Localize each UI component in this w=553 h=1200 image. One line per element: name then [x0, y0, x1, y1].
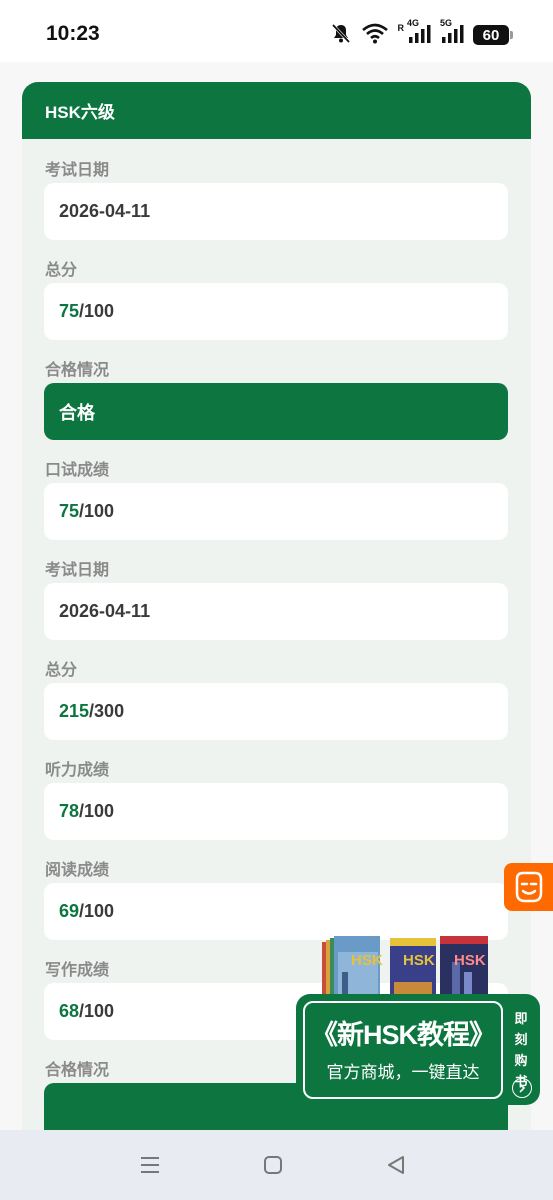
- bell-muted-icon: [330, 22, 352, 49]
- battery-icon: 60: [473, 25, 513, 45]
- score-value: 75: [59, 301, 80, 321]
- score-total: /100: [79, 801, 115, 821]
- total-score-field: 215/300: [44, 683, 508, 740]
- roaming-label: R: [397, 23, 405, 33]
- card-title: HSK六级: [22, 82, 531, 139]
- network-4g-label: 4G: [407, 17, 420, 28]
- chevron-right-icon[interactable]: [512, 1078, 532, 1098]
- oral-score-field: 75/100: [44, 483, 508, 540]
- promo-subtitle: 官方商城，一键直达: [326, 1063, 480, 1082]
- book-logo-2: HSK: [403, 952, 435, 969]
- exam-date-field: 2026-04-11: [44, 183, 508, 240]
- score-value: 78: [59, 801, 80, 821]
- listening-score-field: 78/100: [44, 783, 508, 840]
- promo-title: 《新HSK教程》: [310, 1020, 496, 1050]
- total-score-label: 总分: [45, 662, 78, 679]
- total-score-field: 75/100: [44, 283, 508, 340]
- listening-score-label: 听力成绩: [45, 762, 110, 779]
- oral-score-label: 口试成绩: [45, 462, 110, 479]
- pass-status-label: 合格情况: [45, 1062, 110, 1079]
- pass-status-label: 合格情况: [45, 362, 110, 379]
- score-total: /100: [79, 301, 115, 321]
- score-value: 69: [59, 901, 80, 921]
- signal-icon-2: 5G: [440, 18, 464, 49]
- promo-side-char: 即: [514, 1011, 528, 1026]
- exam-date-field: 2026-04-11: [44, 583, 508, 640]
- promo-side-char: 购: [514, 1053, 528, 1068]
- exam-date-label: 考试日期: [45, 162, 110, 179]
- total-score-label: 总分: [45, 262, 78, 279]
- score-total: /300: [89, 701, 125, 721]
- book-logo-3: HSK: [454, 952, 486, 969]
- menu-icon[interactable]: [137, 1152, 163, 1178]
- signal-icon-1: 4G: [407, 18, 431, 49]
- pass-status-field: 合格: [44, 383, 508, 440]
- system-nav-bar: [0, 1130, 553, 1200]
- promo-text-box: 《新HSK教程》 官方商城，一键直达: [303, 1001, 503, 1099]
- score-total: /100: [79, 901, 115, 921]
- assistant-float-button[interactable]: [504, 863, 553, 911]
- score-value: 75: [59, 501, 80, 521]
- score-total: /100: [79, 501, 115, 521]
- status-time: 10:23: [46, 22, 100, 45]
- book-promo-widget[interactable]: HSK HSK HSK 《新HSK教程》 官方商城，一键直达 即 刻 购 书: [296, 930, 540, 1105]
- promo-side-char: 刻: [514, 1032, 528, 1047]
- score-total: /100: [79, 1001, 115, 1021]
- back-icon[interactable]: [383, 1152, 409, 1178]
- wifi-icon: [361, 22, 389, 49]
- face-icon: [515, 871, 542, 903]
- network-5g-label: 5G: [440, 17, 453, 28]
- book-logo-1: HSK: [351, 952, 383, 969]
- reading-score-label: 阅读成绩: [45, 862, 110, 879]
- writing-score-label: 写作成绩: [45, 962, 110, 979]
- status-icons: R 4G 5G 60: [330, 18, 513, 49]
- status-bar: 10:23 R 4G 5G 60: [0, 0, 553, 62]
- exam-date-label: 考试日期: [45, 562, 110, 579]
- home-icon[interactable]: [260, 1152, 286, 1178]
- score-value: 215: [59, 701, 90, 721]
- score-value: 68: [59, 1001, 80, 1021]
- promo-banner[interactable]: 《新HSK教程》 官方商城，一键直达 即 刻 购 书: [296, 994, 540, 1105]
